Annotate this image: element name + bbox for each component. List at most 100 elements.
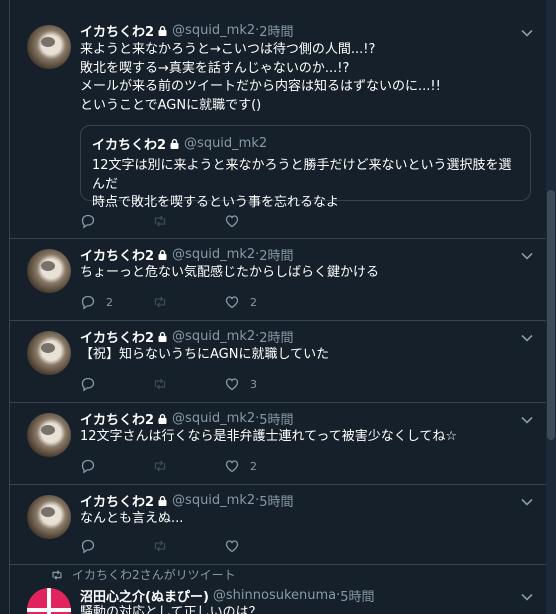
display-name[interactable]: 沼田心之介(ぬまぴー) <box>80 586 209 605</box>
reply-icon <box>81 377 95 392</box>
tweet-actions: 2 2 <box>80 293 296 311</box>
timestamp[interactable]: 5時間 <box>259 491 293 510</box>
like-button[interactable]: 2 <box>224 294 296 310</box>
tweet-text: 騒動の対応として正しいのは？ <box>80 604 530 614</box>
username[interactable]: @shinnosukenuma <box>213 588 336 603</box>
tweet-header: イカちくわ2 @squid_mk2 · 5時間 <box>80 409 294 428</box>
timestamp[interactable]: 2時間 <box>259 21 293 40</box>
reply-button[interactable] <box>80 458 152 474</box>
lock-icon <box>157 413 168 424</box>
username: @squid_mk2 <box>184 136 268 151</box>
retweet-button[interactable] <box>152 458 224 474</box>
tweet-header: イカちくわ2 @squid_mk2 · 5時間 <box>80 491 294 510</box>
chevron-down-icon[interactable] <box>520 590 534 604</box>
tweet-text: なんとも言えぬ... <box>80 510 530 529</box>
like-count: 3 <box>250 377 257 391</box>
retweet-button[interactable] <box>152 294 224 310</box>
avatar[interactable] <box>27 495 71 539</box>
retweet-button[interactable] <box>152 213 224 229</box>
retweet-icon <box>154 378 166 390</box>
quoted-tweet-line: 12文字は別に来ようと来なかろうと勝手だけど来ないという選択肢を選んだ <box>92 158 512 192</box>
display-name[interactable]: イカちくわ2 <box>80 245 154 264</box>
like-icon <box>225 215 239 228</box>
tweet[interactable]: イカちくわ2 @squid_mk2 · 5時間 12文字さんは行くなら是非弁護士… <box>10 403 546 485</box>
reply-icon <box>81 295 95 310</box>
lock-icon <box>157 331 168 342</box>
reply-button[interactable] <box>80 538 152 554</box>
chevron-down-icon[interactable] <box>520 331 534 345</box>
tweet-actions: 3 <box>80 375 296 393</box>
timestamp[interactable]: 5時間 <box>259 409 293 428</box>
tweet-header: イカちくわ2 @squid_mk2 · 2時間 <box>80 21 294 40</box>
like-icon <box>225 378 239 391</box>
tweet[interactable]: イカちくわ2 @squid_mk2 · 5時間 なんとも言えぬ... <box>10 485 546 565</box>
tweet-actions <box>80 537 296 555</box>
avatar[interactable] <box>27 249 71 293</box>
chevron-down-icon[interactable] <box>520 249 534 263</box>
timestamp[interactable]: 2時間 <box>259 245 293 264</box>
retweet-button[interactable] <box>152 376 224 392</box>
username[interactable]: @squid_mk2 <box>172 493 255 508</box>
tweet-actions <box>80 212 296 230</box>
username[interactable]: @squid_mk2 <box>172 23 255 38</box>
tweet-text-line: 騒動の対応として正しいのは？ <box>80 605 262 614</box>
like-count: 2 <box>250 295 257 309</box>
tweet-text-line: メールが来る前のツイートだから内容は知るはずないのに...!! <box>80 79 441 94</box>
tweet-text-line: ちょーっと危ない気配感じたからしばらく鍵かける <box>80 265 380 280</box>
username[interactable]: @squid_mk2 <box>172 329 255 344</box>
reply-count: 2 <box>106 295 113 309</box>
tweet[interactable]: イカちくわ2 @squid_mk2 · 2時間 【祝】知らないうちにAGNに就職… <box>10 321 546 403</box>
tweet-text: 来ようと来なかろうと→こいつは待つ側の人間...!? 敗北を喫する→真実を話すん… <box>80 41 530 115</box>
tweet-header: イカちくわ2 @squid_mk2 · 2時間 <box>80 327 294 346</box>
tweet-text-line: 敗北を喫する→真実を話すんじゃないのか...!? <box>80 60 350 76</box>
tweet-text: 【祝】知らないうちにAGNに就職していた <box>80 346 530 365</box>
like-button[interactable] <box>224 538 296 554</box>
display-name[interactable]: イカちくわ2 <box>80 491 154 510</box>
retweet-icon <box>154 460 166 472</box>
tweet-text-line: ということでAGNに就職です() <box>80 97 262 113</box>
display-name: イカちくわ2 <box>92 138 167 153</box>
tweet-header: イカちくわ2 @squid_mk2 · 2時間 <box>80 245 294 264</box>
chevron-down-icon[interactable] <box>520 495 534 509</box>
tweet[interactable]: イカちくわ2 @squid_mk2 · 2時間 来ようと来なかろうと→こいつは待… <box>10 0 546 239</box>
avatar[interactable] <box>27 413 71 457</box>
display-name[interactable]: イカちくわ2 <box>80 409 154 428</box>
username[interactable]: @squid_mk2 <box>172 247 255 262</box>
timeline: イカちくわ2 @squid_mk2 · 2時間 来ようと来なかろうと→こいつは待… <box>0 0 546 614</box>
display-name[interactable]: イカちくわ2 <box>80 21 154 40</box>
display-name[interactable]: イカちくわ2 <box>80 327 154 346</box>
tweet[interactable]: 沼田心之介(ぬまぴー) @shinnosukenuma · 5時間 騒動の対応と… <box>10 566 546 614</box>
tweet-text-line: 来ようと来なかろうと→こいつは待つ側の人間...!? <box>80 42 376 57</box>
chevron-down-icon[interactable] <box>520 26 534 40</box>
avatar[interactable] <box>27 588 71 614</box>
scrollbar-track[interactable] <box>546 0 556 614</box>
reply-button[interactable] <box>80 213 152 229</box>
like-button[interactable]: 2 <box>224 458 296 474</box>
reply-button[interactable]: 2 <box>80 294 152 310</box>
retweet-button[interactable] <box>152 538 224 554</box>
reply-button[interactable] <box>80 376 152 392</box>
quoted-tweet-header: イカちくわ2 @squid_mk2 <box>92 134 267 153</box>
quoted-tweet[interactable]: イカちくわ2 @squid_mk2 12文字は別に来ようと来なかろうと勝手だけど… <box>80 125 531 210</box>
timestamp[interactable]: 5時間 <box>340 586 374 605</box>
tweet-header: 沼田心之介(ぬまぴー) @shinnosukenuma · 5時間 <box>80 586 375 605</box>
quoted-tweet-text: 12文字は別に来ようと来なかろうと勝手だけど来ないという選択肢を選んだ 時点で敗… <box>92 157 524 213</box>
avatar[interactable] <box>27 331 71 375</box>
lock-icon <box>157 495 168 506</box>
reply-icon <box>81 214 95 229</box>
like-button[interactable]: 3 <box>224 376 296 392</box>
username[interactable]: @squid_mk2 <box>172 411 255 426</box>
lock-icon <box>157 25 168 36</box>
chevron-down-icon[interactable] <box>520 413 534 427</box>
tweet-text: ちょーっと危ない気配感じたからしばらく鍵かける <box>80 264 530 283</box>
lock-icon <box>157 249 168 260</box>
like-button[interactable] <box>224 213 296 229</box>
retweet-icon <box>154 215 166 227</box>
reply-icon <box>81 539 95 554</box>
scrollbar-thumb[interactable] <box>547 190 555 440</box>
timestamp[interactable]: 2時間 <box>259 327 293 346</box>
tweet-text-line: 12文字さんは行くなら是非弁護士連れてって被害少なくしてね☆ <box>80 429 457 444</box>
reply-icon <box>81 459 95 474</box>
tweet[interactable]: イカちくわ2 @squid_mk2 · 2時間 ちょーっと危ない気配感じたからし… <box>10 239 546 321</box>
avatar[interactable] <box>27 25 71 69</box>
